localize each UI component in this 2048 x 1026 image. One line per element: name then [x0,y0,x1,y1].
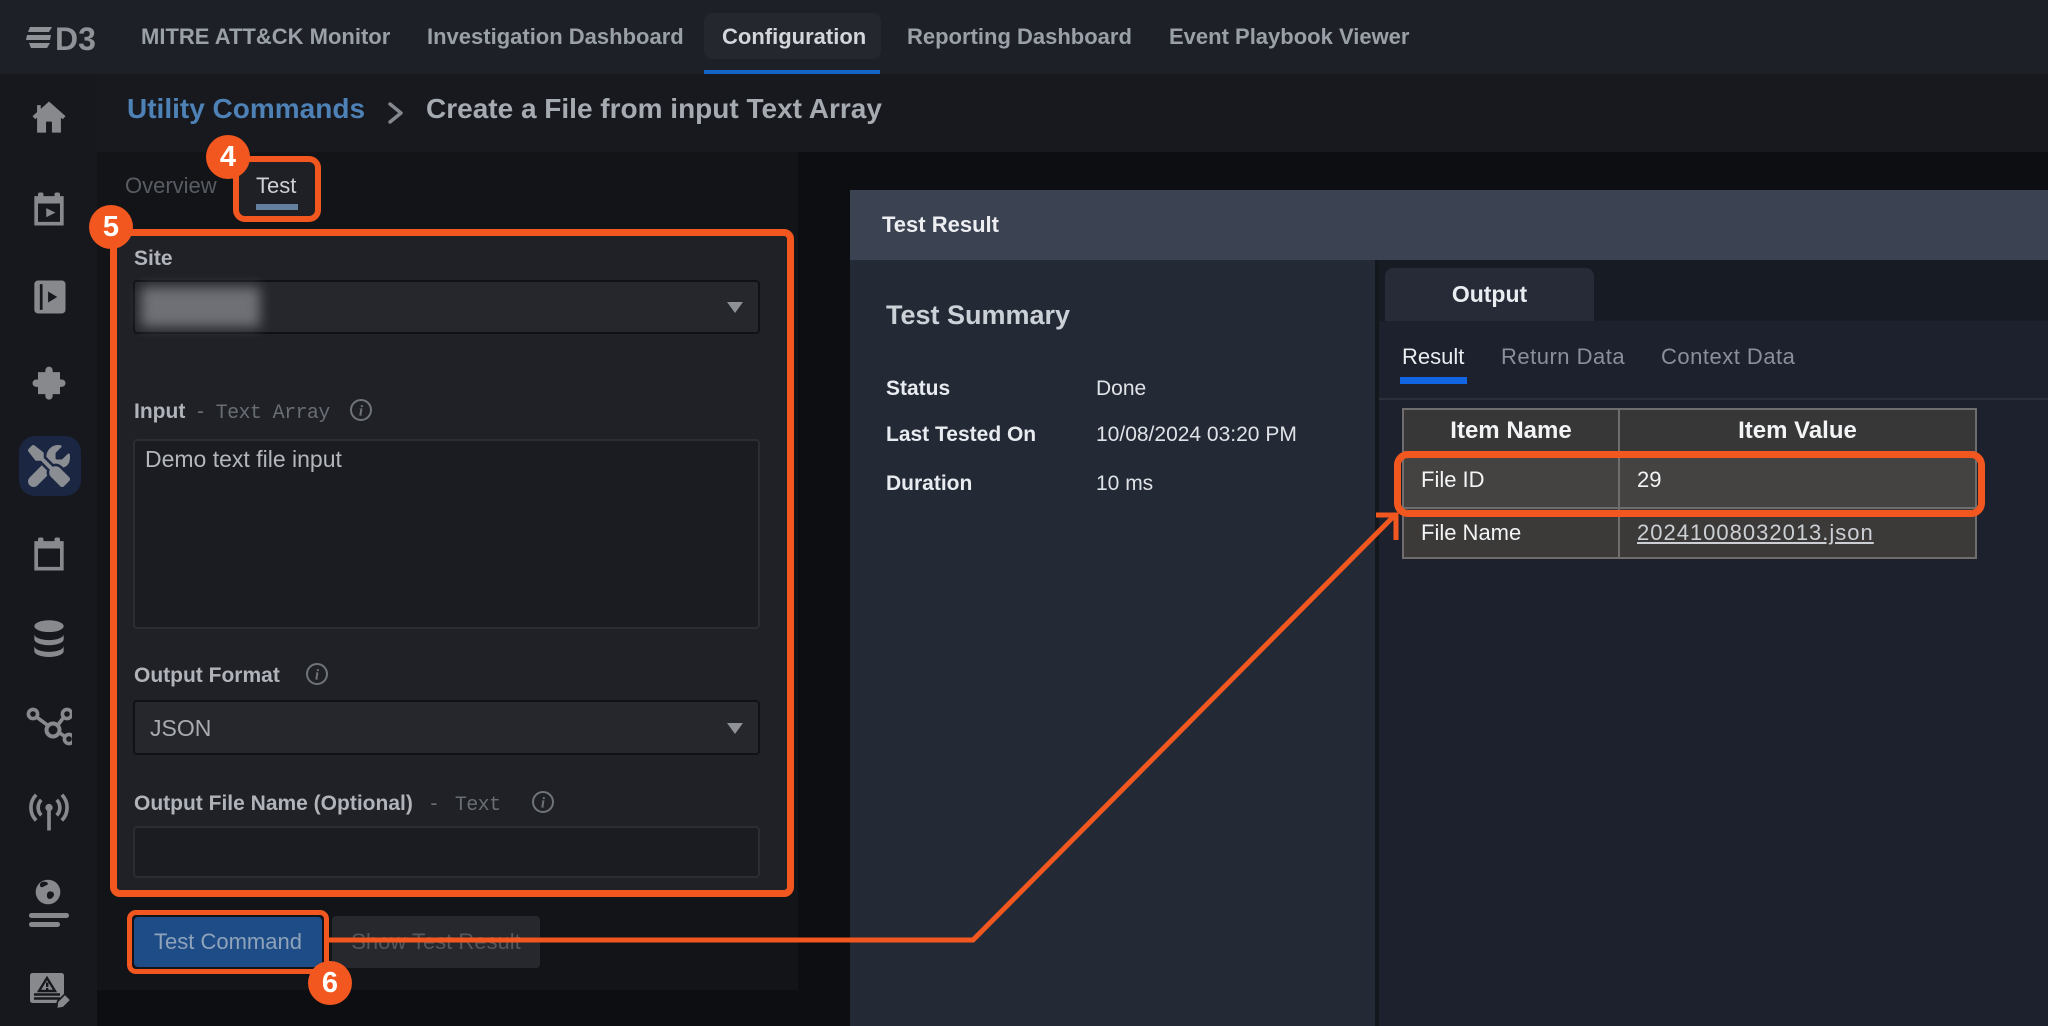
svg-text:D3: D3 [55,22,96,56]
svg-text:i: i [541,796,546,812]
svg-text:i: i [358,404,363,420]
svg-text:i: i [315,668,320,684]
